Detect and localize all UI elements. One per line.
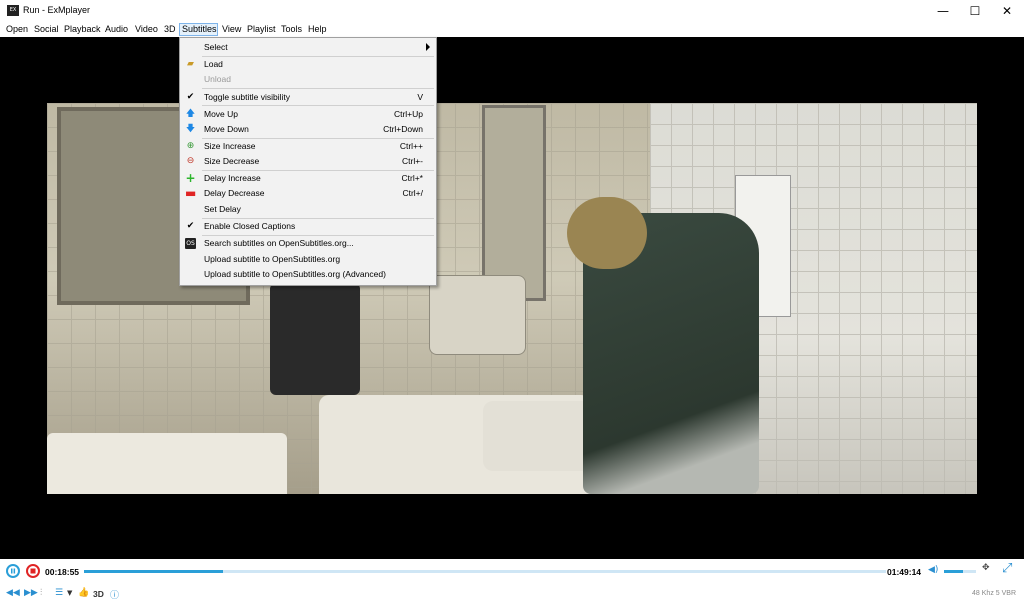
- menu-item-shortcut: Ctrl+-: [401, 156, 423, 166]
- arrow-down-icon: 🡇: [185, 124, 196, 134]
- stop-button[interactable]: [26, 564, 40, 578]
- separator: [202, 105, 434, 106]
- menu-item-label: Load: [204, 59, 223, 69]
- menu-item-shortcut: Ctrl+/: [402, 188, 423, 198]
- menu-help[interactable]: Help: [306, 23, 329, 36]
- equalizer-icon[interactable]: ⫶: [40, 588, 42, 598]
- menu-item-closed-captions[interactable]: ✔ Enable Closed Captions: [180, 219, 436, 234]
- zoom-icon[interactable]: ✥: [982, 563, 990, 573]
- menu-item-label: Delay Increase: [204, 173, 261, 183]
- menu-social[interactable]: Social: [32, 23, 61, 36]
- menu-item-load[interactable]: ▰ Load: [180, 57, 436, 72]
- zoom-in-icon: ⊕: [186, 141, 195, 151]
- volume-slider[interactable]: [944, 570, 976, 573]
- menu-audio[interactable]: Audio: [103, 23, 130, 36]
- menu-item-shortcut: Ctrl+*: [401, 173, 424, 183]
- menu-tools[interactable]: Tools: [279, 23, 304, 36]
- submenu-arrow-icon: [426, 43, 430, 51]
- menu-item-select[interactable]: Select: [180, 40, 436, 55]
- checkmark-icon: ✔: [186, 92, 195, 102]
- menu-item-search-opensubtitles[interactable]: OS Search subtitles on OpenSubtitles.org…: [180, 236, 436, 251]
- zoom-out-icon: ⊖: [186, 156, 195, 166]
- menu-playback[interactable]: Playback: [62, 23, 103, 36]
- previous-icon[interactable]: ◀◀: [6, 588, 20, 598]
- menu-item-label: Move Up: [204, 109, 239, 119]
- like-icon[interactable]: 👍: [78, 588, 89, 598]
- video-area[interactable]: [0, 37, 1024, 559]
- menu-item-label: Upload subtitle to OpenSubtitles.org (Ad…: [204, 269, 386, 279]
- minimize-button[interactable]: —: [926, 0, 960, 22]
- menu-item-size-decrease[interactable]: ⊖ Size Decrease Ctrl+-: [180, 154, 436, 169]
- seek-bar[interactable]: [84, 570, 886, 573]
- opensubtitles-icon: OS: [185, 238, 196, 249]
- menu-item-label: Size Increase: [204, 141, 256, 151]
- menu-item-label: Set Delay: [204, 204, 241, 214]
- menu-3d[interactable]: 3D: [162, 23, 178, 36]
- audio-info: 48 Khz 5 VBR: [972, 590, 1016, 597]
- close-button[interactable]: ✕: [990, 0, 1024, 22]
- person-hair: [567, 197, 647, 269]
- plus-icon: +: [185, 171, 196, 185]
- volume-level: [944, 570, 964, 573]
- menu-item-set-delay[interactable]: Set Delay: [180, 202, 436, 217]
- playlist-icon[interactable]: ☰: [55, 588, 63, 598]
- next-icon[interactable]: ▶▶: [24, 588, 38, 598]
- menu-item-shortcut: Ctrl++: [399, 141, 423, 151]
- menu-item-delay-increase[interactable]: + Delay Increase Ctrl+*: [180, 171, 436, 186]
- info-icon[interactable]: ⓘ: [110, 588, 119, 601]
- pause-button[interactable]: [6, 564, 20, 578]
- menu-item-delay-decrease[interactable]: ▬ Delay Decrease Ctrl+/: [180, 186, 436, 201]
- arrow-up-icon: 🡅: [185, 109, 196, 119]
- menu-item-shortcut: Ctrl+Down: [383, 124, 423, 134]
- fullscreen-icon[interactable]: ⤢: [1002, 561, 1012, 576]
- menu-item-label: Toggle subtitle visibility: [204, 92, 290, 102]
- dropdown-arrow-icon[interactable]: ▼: [67, 589, 72, 597]
- menu-playlist[interactable]: Playlist: [245, 23, 278, 36]
- menu-bar: Open Social Playback Audio Video 3D Subt…: [0, 22, 1024, 37]
- menu-item-size-increase[interactable]: ⊕ Size Increase Ctrl++: [180, 139, 436, 154]
- pause-icon: [11, 568, 16, 574]
- menu-view[interactable]: View: [220, 23, 243, 36]
- menu-open[interactable]: Open: [4, 23, 30, 36]
- menu-item-label: Enable Closed Captions: [204, 221, 296, 231]
- minus-icon: ▬: [185, 186, 197, 200]
- menu-item-shortcut: Ctrl+Up: [393, 109, 423, 119]
- menu-item-shortcut: V: [417, 92, 423, 102]
- checkmark-icon: ✔: [186, 221, 195, 231]
- menu-item-upload-opensubtitles-advanced[interactable]: Upload subtitle to OpenSubtitles.org (Ad…: [180, 267, 436, 282]
- subtitles-menu: Select ▰ Load Unload ✔ Toggle subtitle v…: [179, 37, 437, 286]
- stop-icon: [30, 568, 36, 574]
- 3d-button[interactable]: 3D: [93, 589, 104, 599]
- separator: [202, 88, 434, 89]
- menu-item-toggle-visibility[interactable]: ✔ Toggle subtitle visibility V: [180, 90, 436, 105]
- menu-item-label: Delay Decrease: [204, 188, 265, 198]
- menu-item-label: Move Down: [204, 124, 249, 134]
- current-time: 00:18:55: [45, 567, 80, 577]
- menu-item-upload-opensubtitles[interactable]: Upload subtitle to OpenSubtitles.org: [180, 252, 436, 267]
- menu-item-unload[interactable]: Unload: [180, 72, 436, 87]
- app-logo-icon: EX: [7, 5, 19, 16]
- menu-video[interactable]: Video: [133, 23, 160, 36]
- maximize-button[interactable]: ☐: [958, 0, 992, 22]
- menu-item-label: Search subtitles on OpenSubtitles.org...: [204, 238, 354, 248]
- title-bar: EX Run - ExMplayer — ☐ ✕: [0, 0, 1024, 22]
- menu-item-label: Select: [204, 42, 228, 52]
- mirror: [482, 105, 546, 301]
- folder-icon: ▰: [187, 59, 194, 69]
- speaker-icon[interactable]: ◀): [928, 565, 938, 575]
- menu-item-label: Unload: [204, 74, 231, 84]
- menu-subtitles[interactable]: Subtitles: [179, 23, 218, 36]
- control-bar: 00:18:55 01:49:14 ◀) ✥ ⤢ ◀◀ ▶▶ ⫶ ☰ ▼ 👍 3…: [0, 559, 1024, 604]
- seek-progress: [84, 570, 223, 573]
- window-title: Run - ExMplayer: [23, 5, 91, 15]
- menu-item-move-up[interactable]: 🡅 Move Up Ctrl+Up: [180, 107, 436, 122]
- sink: [47, 433, 287, 494]
- menu-item-label: Upload subtitle to OpenSubtitles.org: [204, 254, 341, 264]
- total-time: 01:49:14: [887, 567, 922, 577]
- menu-item-move-down[interactable]: 🡇 Move Down Ctrl+Down: [180, 122, 436, 137]
- hand-dryer: [429, 275, 526, 355]
- soap-dispenser: [270, 283, 360, 395]
- menu-item-label: Size Decrease: [204, 156, 260, 166]
